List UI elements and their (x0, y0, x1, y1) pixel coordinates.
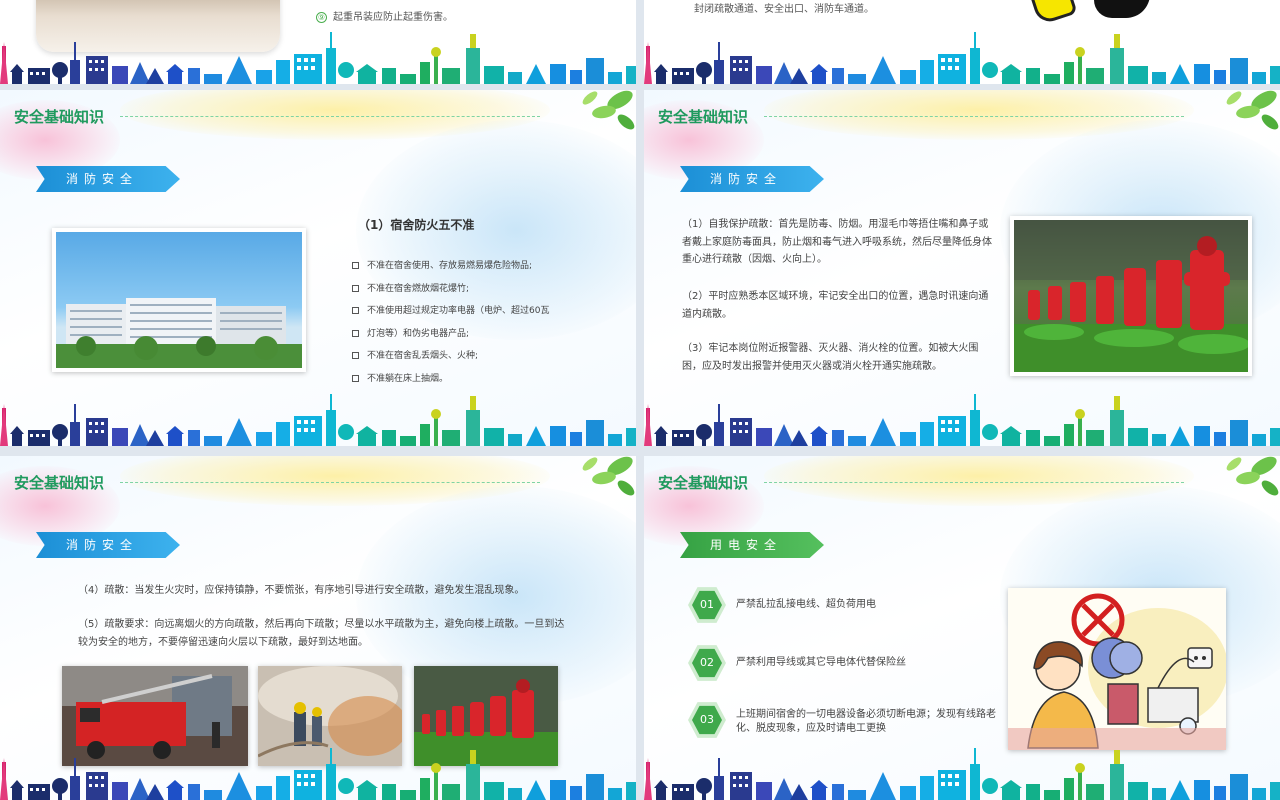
list-item: 不准使用超过规定功率电器（电炉、超过60瓦 (352, 303, 549, 326)
slide-fire-safety-dorm-rules[interactable]: 安全基础知识 消防安全 （1）宿舍防火五不准 不准在宿舍使用、存放易燃易爆危险物… (0, 90, 636, 446)
section-ribbon: 消防安全 (680, 166, 824, 192)
item-text: 严禁乱拉乱接电线、超负荷用电 (736, 599, 876, 610)
city-skyline-icon (644, 748, 1280, 800)
title-divider (120, 116, 540, 117)
title-divider (764, 482, 1184, 483)
city-skyline-icon (644, 32, 1280, 84)
section-ribbon: 消防安全 (36, 166, 180, 192)
hydrant-row-illustration (1014, 220, 1248, 372)
top-strip: ⑨ 起重吊装应防止起重伤害。 封闭疏散通道、安全出口、消防车通道。 (0, 0, 1280, 84)
title-divider (120, 482, 540, 483)
city-skyline-icon (0, 394, 636, 446)
rule-text: 不准躺在床上抽烟。 (367, 373, 449, 384)
slide-title: 安全基础知识 (14, 108, 105, 126)
item-text: 严禁利用导线或其它导电体代替保险丝 (736, 657, 906, 668)
slide-electrical-safety[interactable]: 安全基础知识 用电安全 01 严禁乱拉乱接电线、超负荷用电 02 严禁利用导线或… (644, 456, 1280, 800)
paragraph: （1）自我保护疏散：首先是防毒、防烟。用湿毛巾等捂住嘴和鼻子或者戴上家庭防毒面具… (682, 219, 992, 265)
strip-list-item: ⑨ 起重吊装应防止起重伤害。 (316, 8, 453, 23)
slide-title: 安全基础知识 (658, 108, 749, 126)
building-illustration (56, 298, 302, 368)
slide-fire-safety-evacuation[interactable]: 安全基础知识 消防安全 （1）自我保护疏散：首先是防毒、防烟。用湿毛巾等捂住嘴和… (644, 90, 1280, 446)
title-divider (764, 116, 1184, 117)
leaves-icon (1226, 90, 1279, 130)
slide-title: 安全基础知识 (14, 474, 105, 492)
electrical-hazard-cartoon (1008, 588, 1228, 750)
checkbox-icon (352, 307, 359, 314)
city-skyline-icon (644, 394, 1280, 446)
city-skyline-icon (0, 748, 636, 800)
item-text: 上班期间宿舍的一切电器设备必须切断电源；发现有线路老化、脱皮现象，应及时请电工更… (736, 709, 996, 734)
rule-text: 不准使用超过规定功率电器（电炉、超过60瓦 (367, 306, 550, 316)
list-item: 不准在宿舍使用、存放易燃易爆危险物品; (352, 258, 549, 281)
slide-title: 安全基础知识 (658, 474, 749, 492)
strip-item-text: 起重吊装应防止起重伤害。 (333, 12, 453, 23)
list-item: 灯泡等）和伪劣电器产品; (352, 326, 549, 349)
section-ribbon: 消防安全 (36, 532, 180, 558)
rules-list: 不准在宿舍使用、存放易燃易爆危险物品; 不准在宿舍燃放烟花爆竹; 不准使用超过规… (352, 258, 549, 393)
section-ribbon: 用电安全 (680, 532, 824, 558)
rule-text: 不准在宿舍乱丢烟头、火种; (367, 351, 479, 361)
checkbox-icon (352, 352, 359, 359)
rule-text: 不准在宿舍使用、存放易燃易爆危险物品; (367, 261, 533, 271)
checkbox-icon (352, 374, 359, 382)
hazard-sign-icon (1030, 0, 1078, 26)
list-item: 不准在宿舍燃放烟花爆竹; (352, 281, 549, 304)
previous-slide-right[interactable]: 封闭疏散通道、安全出口、消防车通道。 (644, 0, 1280, 84)
item-number-icon: ⑨ (316, 11, 327, 23)
paragraph: （4）疏散：当发生火灾时，应保持镇静，不要慌张，有序地引导进行安全疏散，避免发生… (78, 585, 525, 596)
rule-text: 不准在宿舍燃放烟花爆竹; (367, 283, 470, 294)
rules-heading: （1）宿舍防火五不准 (358, 218, 475, 232)
paragraph: （5）疏散要求：向远离烟火的方向疏散，然后再向下疏散；尽量以水平疏散为主，避免向… (78, 619, 565, 648)
city-skyline-icon (0, 32, 636, 84)
cartoon-illustration (1008, 588, 1228, 750)
rule-text: 灯泡等）和伪劣电器产品; (367, 328, 470, 339)
fire-hydrant-photo (1010, 216, 1252, 376)
strip-text: 封闭疏散通道、安全出口、消防车通道。 (694, 4, 874, 15)
checkbox-icon (352, 262, 359, 269)
leaves-icon (582, 456, 635, 496)
checkbox-icon (352, 329, 359, 337)
leaves-icon (582, 90, 635, 130)
previous-slide-left[interactable]: ⑨ 起重吊装应防止起重伤害。 (0, 0, 636, 84)
dormitory-photo (52, 228, 306, 372)
leaves-icon (1226, 456, 1279, 496)
slide-fire-safety-evacuation-requirements[interactable]: 安全基础知识 消防安全 （4）疏散：当发生火灾时，应保持镇静，不要慌张，有序地引… (0, 456, 636, 800)
paragraph: （2）平时应熟悉本区域环境，牢记安全出口的位置，遇急时讯速向通道内疏散。 (682, 291, 989, 320)
list-item: 不准在宿舍乱丢烟头、火种; (352, 348, 549, 371)
cartoon-figure (1094, 0, 1150, 18)
checkbox-icon (352, 284, 359, 292)
paragraph: （3）牢记本岗位附近报警器、灭火器、消火栓的位置。如被大火围困，应及时发出报警并… (682, 343, 979, 372)
